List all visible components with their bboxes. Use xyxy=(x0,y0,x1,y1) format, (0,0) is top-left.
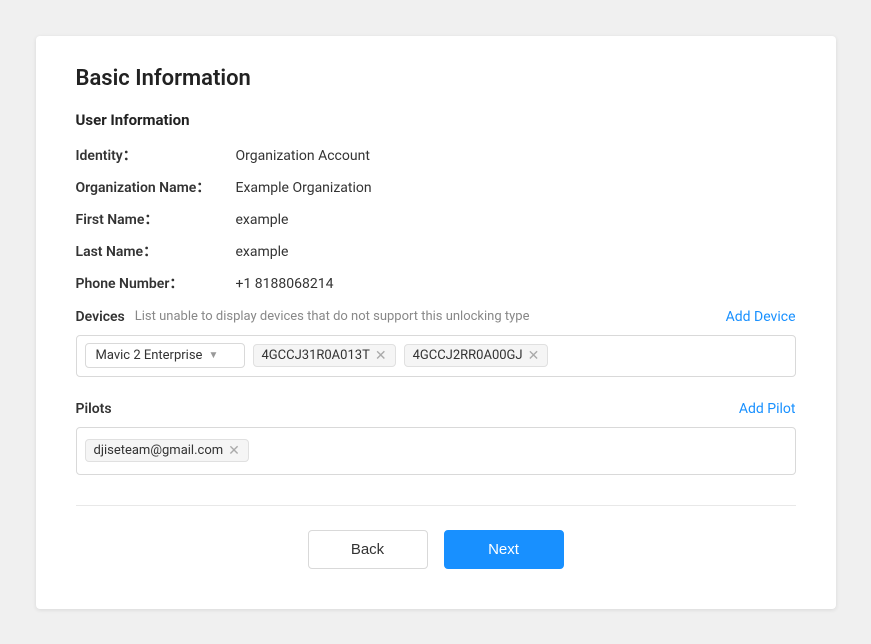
device-type-select[interactable]: Mavic 2 Enterprise ▼ xyxy=(85,343,245,368)
phone-label: Phone Number： xyxy=(76,273,236,293)
last-name-label: Last Name： xyxy=(76,241,236,261)
pilots-section: Pilots Add Pilot djiseteam@gmail.com ✕ xyxy=(76,401,796,475)
device-tag-1-value: 4GCCJ31R0A013T xyxy=(262,348,370,363)
footer-buttons: Back Next xyxy=(76,530,796,569)
next-button[interactable]: Next xyxy=(444,530,564,569)
devices-note: List unable to display devices that do n… xyxy=(135,309,530,324)
device-tag-1-close-icon[interactable]: ✕ xyxy=(375,349,387,363)
devices-input-row: Mavic 2 Enterprise ▼ 4GCCJ31R0A013T ✕ 4G… xyxy=(76,335,796,377)
first-name-row: First Name： example xyxy=(76,209,796,229)
add-device-link[interactable]: Add Device xyxy=(726,309,796,325)
last-name-value: example xyxy=(236,244,289,260)
devices-header: Devices List unable to display devices t… xyxy=(76,309,796,325)
add-pilot-link[interactable]: Add Pilot xyxy=(739,401,796,417)
pilot-tag-1: djiseteam@gmail.com ✕ xyxy=(85,439,249,462)
main-card: Basic Information User Information Ident… xyxy=(36,36,836,609)
pilots-header: Pilots Add Pilot xyxy=(76,401,796,417)
org-name-row: Organization Name： Example Organization xyxy=(76,177,796,197)
phone-row: Phone Number： +1 8188068214 xyxy=(76,273,796,293)
chevron-down-icon: ▼ xyxy=(208,350,218,361)
pilot-tag-1-close-icon[interactable]: ✕ xyxy=(228,444,240,458)
first-name-value: example xyxy=(236,212,289,228)
divider xyxy=(76,505,796,506)
section-title: Basic Information xyxy=(76,66,796,91)
identity-label: Identity： xyxy=(76,145,236,165)
devices-label: Devices xyxy=(76,309,125,325)
devices-label-group: Devices List unable to display devices t… xyxy=(76,309,530,325)
org-name-value: Example Organization xyxy=(236,180,372,196)
device-tag-1: 4GCCJ31R0A013T ✕ xyxy=(253,344,396,367)
device-tag-2-value: 4GCCJ2RR0A00GJ xyxy=(413,348,523,363)
org-name-label: Organization Name： xyxy=(76,177,236,197)
user-info-subtitle: User Information xyxy=(76,111,796,129)
back-button[interactable]: Back xyxy=(308,530,428,569)
identity-row: Identity： Organization Account xyxy=(76,145,796,165)
pilot-tag-1-value: djiseteam@gmail.com xyxy=(94,443,224,458)
pilots-label: Pilots xyxy=(76,401,112,417)
phone-value: +1 8188068214 xyxy=(236,276,334,292)
last-name-row: Last Name： example xyxy=(76,241,796,261)
first-name-label: First Name： xyxy=(76,209,236,229)
device-select-value: Mavic 2 Enterprise xyxy=(96,348,203,363)
pilots-input-row: djiseteam@gmail.com ✕ xyxy=(76,427,796,475)
device-tag-2-close-icon[interactable]: ✕ xyxy=(528,349,540,363)
identity-value: Organization Account xyxy=(236,148,370,164)
device-tag-2: 4GCCJ2RR0A00GJ ✕ xyxy=(404,344,549,367)
